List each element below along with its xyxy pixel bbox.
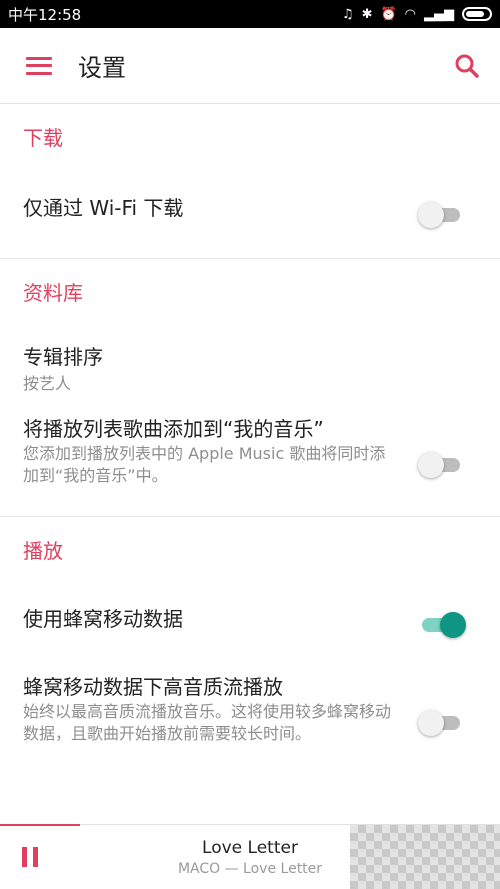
hq-streaming-toggle[interactable] [418, 710, 464, 736]
track-artist: MACO — Love Letter [177, 861, 323, 877]
menu-button[interactable] [0, 28, 78, 104]
setting-label: 使用蜂窝移动数据 [23, 607, 183, 631]
now-playing-info[interactable]: Love Letter MACO — Love Letter [140, 837, 360, 879]
section-header-download: 下载 [23, 126, 63, 150]
bluetooth-icon: ✱ [361, 6, 373, 22]
setting-label: 将播放列表歌曲添加到“我的音乐” [23, 417, 324, 441]
playback-progress [0, 824, 80, 826]
status-icons: ♫ ✱ ⏰ ◠ ▂▄▆ [342, 7, 492, 22]
mini-player[interactable]: Love Letter MACO — Love Letter [0, 824, 500, 889]
setting-label: 仅通过 Wi-Fi 下载 [23, 196, 184, 220]
app-bar: 设置 [0, 28, 500, 104]
setting-label: 专辑排序 [23, 345, 103, 369]
setting-value: 按艺人 [23, 374, 72, 393]
add-to-my-music-toggle[interactable] [418, 452, 464, 478]
battery-icon [462, 7, 492, 21]
headphones-icon: ♫ [341, 6, 354, 22]
setting-wifi-only[interactable]: 仅通过 Wi-Fi 下载 [0, 172, 500, 258]
wifi-only-toggle[interactable] [418, 202, 464, 228]
setting-add-to-my-music[interactable]: 将播放列表歌曲添加到“我的音乐” 您添加到播放列表中的 Apple Music … [0, 411, 500, 516]
signal-icon: ▂▄▆ [424, 6, 454, 22]
search-button[interactable] [434, 28, 500, 104]
setting-hq-streaming[interactable]: 蜂窝移动数据下高音质流播放 始终以最高音质流播放音乐。这将使用较多蜂窝移动数据，… [0, 665, 500, 775]
setting-cellular-data[interactable]: 使用蜂窝移动数据 [0, 585, 500, 665]
setting-description: 始终以最高音质流播放音乐。这将使用较多蜂窝移动数据，且歌曲开始播放前需要较长时间… [23, 702, 392, 743]
search-icon [455, 54, 479, 78]
status-time: 中午12:58 [8, 5, 82, 24]
section-header-playback: 播放 [23, 539, 63, 563]
page-title: 设置 [78, 54, 126, 82]
status-bar: 中午12:58 ♫ ✱ ⏰ ◠ ▂▄▆ [0, 0, 500, 28]
setting-label: 蜂窝移动数据下高音质流播放 [23, 675, 283, 699]
hamburger-icon [26, 56, 52, 75]
section-header-library: 资料库 [23, 281, 83, 305]
alarm-icon: ⏰ [380, 6, 397, 22]
setting-album-sort[interactable]: 专辑排序 按艺人 [0, 327, 500, 411]
track-title: Love Letter [202, 838, 298, 858]
album-artwork[interactable] [350, 825, 500, 889]
settings-list[interactable]: 下载 仅通过 Wi-Fi 下载 资料库 专辑排序 按艺人 将播放列表歌曲添加到“… [0, 104, 500, 824]
wifi-icon: ◠ [404, 6, 416, 22]
pause-button[interactable] [18, 845, 42, 869]
setting-description: 您添加到播放列表中的 Apple Music 歌曲将同时添加到“我的音乐”中。 [23, 444, 386, 485]
cellular-data-toggle[interactable] [418, 612, 466, 638]
